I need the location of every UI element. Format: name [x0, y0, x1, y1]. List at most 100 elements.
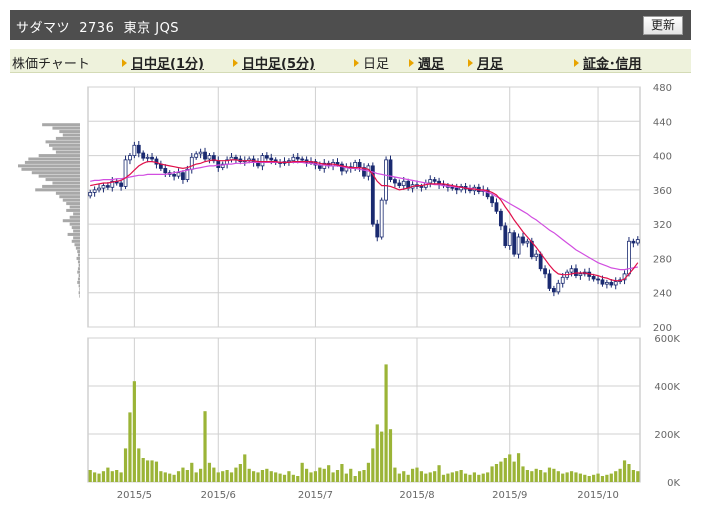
volume-profile-bar	[77, 267, 80, 271]
candle-body	[207, 155, 212, 160]
candle-body	[141, 152, 146, 159]
volume-bar	[446, 473, 450, 482]
candle-body	[176, 172, 181, 177]
candle-body	[335, 162, 340, 165]
volume-bar	[225, 470, 229, 482]
candle-body	[543, 268, 547, 275]
volume-bar	[366, 462, 371, 482]
volume-bar	[194, 472, 198, 482]
volume-bar	[384, 364, 388, 482]
volume-bar	[185, 470, 189, 482]
candle-body	[512, 232, 517, 255]
candle-body	[136, 144, 141, 154]
volume-bar	[556, 471, 560, 482]
volume-bar	[203, 411, 207, 482]
volume-bar	[494, 464, 499, 482]
candle-body	[260, 155, 265, 167]
candle-body	[101, 185, 106, 189]
volume-profile-bar	[66, 208, 80, 212]
volume-profile-bar	[69, 215, 80, 219]
candle-body	[432, 179, 437, 182]
volume-profile-bar	[77, 253, 80, 257]
volume-profile-bar	[59, 195, 80, 199]
volume-bar	[110, 471, 114, 482]
volume-bar	[424, 473, 428, 482]
volume-profile-bar	[42, 123, 80, 127]
volume-bar	[247, 468, 251, 482]
volume-bar	[499, 461, 503, 482]
volume-profile-bar	[31, 171, 80, 175]
volume-bar	[441, 474, 446, 482]
volume-bar	[300, 462, 304, 482]
volume-bar	[115, 470, 119, 482]
volume-profile-bar	[55, 136, 80, 140]
volume-bar	[181, 467, 185, 482]
candle-body	[194, 153, 199, 158]
candle-body	[494, 202, 499, 212]
candle-body	[150, 156, 154, 160]
volume-bar	[256, 472, 260, 482]
volume-bar	[503, 458, 507, 482]
volume-bar	[631, 470, 635, 482]
volume-bar	[309, 472, 313, 482]
volume-profile-bar	[69, 222, 80, 226]
volume-bar	[490, 466, 494, 482]
volume-profile-bar	[67, 232, 80, 236]
volume-profile-bar	[77, 280, 80, 284]
volume-bar	[605, 474, 609, 482]
volume-bar	[123, 448, 128, 482]
volume-bar	[578, 473, 582, 482]
volume-profile-bar	[74, 243, 80, 247]
volume-bar	[159, 471, 163, 482]
volume-bar	[93, 472, 97, 482]
volume-bar	[318, 467, 322, 482]
price-tick-label: 320	[653, 220, 672, 231]
volume-bar	[627, 464, 631, 482]
volume-profile-bar	[62, 133, 80, 137]
volume-bar	[278, 473, 282, 482]
month-label: 2015/8	[399, 490, 434, 501]
volume-bar	[516, 453, 521, 482]
volume-profile-bar	[18, 164, 80, 168]
volume-bar	[243, 454, 247, 482]
volume-profile-bar	[77, 260, 80, 264]
candle-body	[450, 186, 455, 189]
volume-bar	[583, 474, 587, 482]
candle-body	[375, 223, 380, 238]
volume-profile-bar	[78, 263, 80, 267]
price-tick-label: 360	[653, 186, 672, 197]
volume-profile-bar	[35, 188, 80, 192]
candle-body	[132, 144, 137, 156]
month-label: 2015/5	[117, 490, 152, 501]
volume-bar	[552, 468, 556, 482]
volume-profile-bar	[52, 126, 80, 130]
volume-bar	[450, 472, 454, 482]
candle-body	[203, 151, 207, 160]
candle-body	[574, 268, 578, 276]
volume-bar	[353, 476, 357, 482]
candle-body	[503, 225, 508, 246]
volume-bar	[199, 468, 203, 482]
month-label: 2015/7	[298, 490, 333, 501]
volume-profile-bar	[62, 219, 80, 223]
volume-bar	[547, 467, 552, 482]
volume-panel	[87, 337, 641, 483]
candle-body	[123, 159, 128, 187]
volume-bar	[587, 476, 591, 482]
month-label: 2015/10	[577, 490, 619, 501]
volume-bar	[419, 471, 424, 482]
volume-bar	[137, 448, 141, 482]
volume-bar	[622, 460, 627, 482]
volume-bar	[221, 471, 225, 482]
candle-body	[516, 236, 521, 255]
price-tick-label: 200	[653, 323, 672, 334]
candle-body	[269, 157, 274, 161]
volume-bar	[168, 473, 172, 482]
stock-chart: 200 240 280 320 360 400 440 480 0K 200K 400K 600K 20…	[18, 83, 680, 501]
volume-bar	[146, 460, 150, 482]
candle-body	[163, 168, 168, 174]
volume-profile-bar	[49, 143, 80, 147]
volume-bar	[150, 460, 154, 482]
volume-bar	[459, 470, 463, 482]
volume-bar	[357, 471, 362, 482]
